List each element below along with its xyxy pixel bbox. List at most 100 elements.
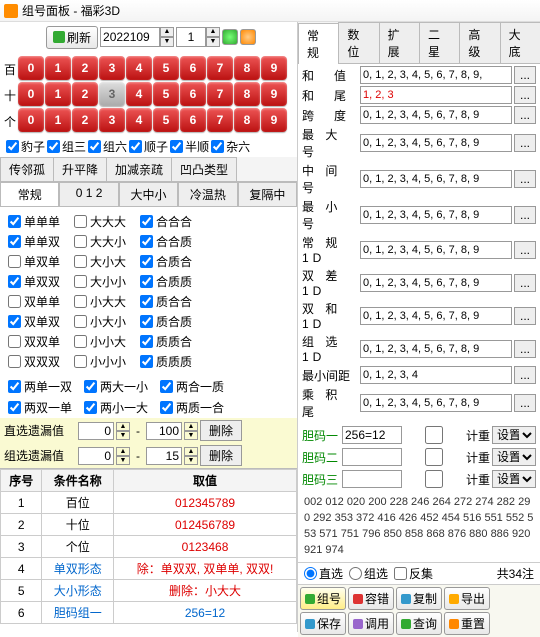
pattern-check[interactable]: 单单双 <box>8 233 60 250</box>
param-more-button[interactable]: ... <box>514 394 536 412</box>
cond-row[interactable]: 2十位012456789 <box>1 514 297 536</box>
param-input[interactable] <box>360 340 512 358</box>
pattern-check[interactable]: 双单双 <box>8 313 60 330</box>
pattern-check[interactable]: 单双双 <box>8 273 60 290</box>
filter-from-input[interactable] <box>78 447 114 465</box>
param-more-button[interactable]: ... <box>514 134 536 152</box>
dan-setting-select[interactable]: 设置 <box>492 448 536 466</box>
radio-zhixuan[interactable]: 直选 <box>304 565 343 582</box>
dan-setting-select[interactable]: 设置 <box>492 426 536 444</box>
type-check[interactable]: 半顺 <box>170 138 209 155</box>
ball-1-8[interactable]: 8 <box>234 82 260 106</box>
param-input[interactable] <box>360 66 512 84</box>
refresh-button[interactable]: 刷新 <box>46 26 98 49</box>
ball-0-1[interactable]: 1 <box>45 56 71 80</box>
type-check[interactable]: 杂六 <box>211 138 250 155</box>
pattern-check[interactable]: 大大大 <box>74 213 126 230</box>
ball-2-0[interactable]: 0 <box>18 108 44 132</box>
ball-1-9[interactable]: 9 <box>261 82 287 106</box>
pattern-check[interactable]: 质合合 <box>140 293 192 310</box>
right-tab[interactable]: 常规 <box>298 23 339 64</box>
cond-row[interactable]: 6胆码组一256=12 <box>1 602 297 624</box>
issue-up-icon[interactable]: ▲ <box>160 27 174 37</box>
index-down-icon[interactable]: ▼ <box>206 37 220 47</box>
right-tab[interactable]: 扩展 <box>379 22 420 63</box>
param-more-button[interactable]: ... <box>514 274 536 292</box>
ball-0-9[interactable]: 9 <box>261 56 287 80</box>
pattern-check[interactable]: 大小大 <box>74 253 126 270</box>
pattern-check[interactable]: 单单单 <box>8 213 60 230</box>
pair-check[interactable]: 两小一大 <box>84 399 148 416</box>
param-input[interactable] <box>360 86 512 104</box>
sub-tab[interactable]: 复隔中 <box>238 182 297 206</box>
param-input[interactable] <box>360 307 512 325</box>
right-tab[interactable]: 二星 <box>419 22 460 63</box>
param-more-button[interactable]: ... <box>514 340 536 358</box>
ball-1-5[interactable]: 5 <box>153 82 179 106</box>
issue-input[interactable] <box>100 27 160 47</box>
param-more-button[interactable]: ... <box>514 170 536 188</box>
dan-weight-check[interactable]: 计重 <box>404 426 490 444</box>
ball-2-4[interactable]: 4 <box>126 108 152 132</box>
pattern-check[interactable]: 质质合 <box>140 333 192 350</box>
param-more-button[interactable]: ... <box>514 307 536 325</box>
ball-2-1[interactable]: 1 <box>45 108 71 132</box>
ball-0-7[interactable]: 7 <box>207 56 233 80</box>
param-input[interactable] <box>360 366 512 384</box>
ball-1-4[interactable]: 4 <box>126 82 152 106</box>
ball-0-6[interactable]: 6 <box>180 56 206 80</box>
pattern-check[interactable]: 大小小 <box>74 273 126 290</box>
ball-2-9[interactable]: 9 <box>261 108 287 132</box>
dan-input[interactable] <box>342 448 402 466</box>
pattern-check[interactable]: 合合合 <box>140 213 192 230</box>
param-more-button[interactable]: ... <box>514 241 536 259</box>
pattern-check[interactable]: 大大小 <box>74 233 126 250</box>
ball-0-4[interactable]: 4 <box>126 56 152 80</box>
dan-weight-check[interactable]: 计重 <box>404 470 490 488</box>
param-input[interactable] <box>360 241 512 259</box>
group-tab[interactable]: 加减亲疏 <box>106 157 172 181</box>
param-input[interactable] <box>360 134 512 152</box>
cond-row[interactable]: 5大小形态删除：小大大 <box>1 580 297 602</box>
filter-to-input[interactable] <box>146 422 182 440</box>
pattern-check[interactable]: 双单单 <box>8 293 60 310</box>
param-input[interactable] <box>360 274 512 292</box>
ball-1-7[interactable]: 7 <box>207 82 233 106</box>
param-input[interactable] <box>360 394 512 412</box>
param-input[interactable] <box>360 206 512 224</box>
issue-spinner[interactable]: ▲▼ <box>100 27 174 47</box>
check-fanji[interactable]: 反集 <box>394 565 433 582</box>
ball-1-3[interactable]: 3 <box>99 82 125 106</box>
right-tab[interactable]: 大底 <box>500 22 540 63</box>
pattern-check[interactable]: 质质质 <box>140 353 192 370</box>
pattern-check[interactable]: 质合质 <box>140 313 192 330</box>
pattern-check[interactable]: 小小大 <box>74 333 126 350</box>
param-more-button[interactable]: ... <box>514 66 536 84</box>
ball-0-0[interactable]: 0 <box>18 56 44 80</box>
param-more-button[interactable]: ... <box>514 106 536 124</box>
ball-1-6[interactable]: 6 <box>180 82 206 106</box>
type-check[interactable]: 组三 <box>47 138 86 155</box>
pattern-check[interactable]: 合质合 <box>140 253 192 270</box>
type-check[interactable]: 顺子 <box>129 138 168 155</box>
group-tab[interactable]: 传邻孤 <box>0 157 54 181</box>
index-up-icon[interactable]: ▲ <box>206 27 220 37</box>
index-spinner[interactable]: ▲▼ <box>176 27 220 47</box>
ball-0-2[interactable]: 2 <box>72 56 98 80</box>
cond-row[interactable]: 1百位012345789 <box>1 492 297 514</box>
action-容错[interactable]: 容错 <box>348 587 394 610</box>
sub-tab[interactable]: 大中小 <box>119 182 178 206</box>
pattern-check[interactable]: 小大大 <box>74 293 126 310</box>
ball-2-3[interactable]: 3 <box>99 108 125 132</box>
group-tab[interactable]: 凹凸类型 <box>171 157 237 181</box>
pair-check[interactable]: 两双一单 <box>8 399 72 416</box>
pattern-check[interactable]: 合质质 <box>140 273 192 290</box>
pattern-check[interactable]: 合合质 <box>140 233 192 250</box>
ball-1-1[interactable]: 1 <box>45 82 71 106</box>
ball-2-8[interactable]: 8 <box>234 108 260 132</box>
pair-check[interactable]: 两单一双 <box>8 378 72 395</box>
param-more-button[interactable]: ... <box>514 206 536 224</box>
radio-zuxuan[interactable]: 组选 <box>349 565 388 582</box>
type-check[interactable]: 豹子 <box>6 138 45 155</box>
ball-1-2[interactable]: 2 <box>72 82 98 106</box>
